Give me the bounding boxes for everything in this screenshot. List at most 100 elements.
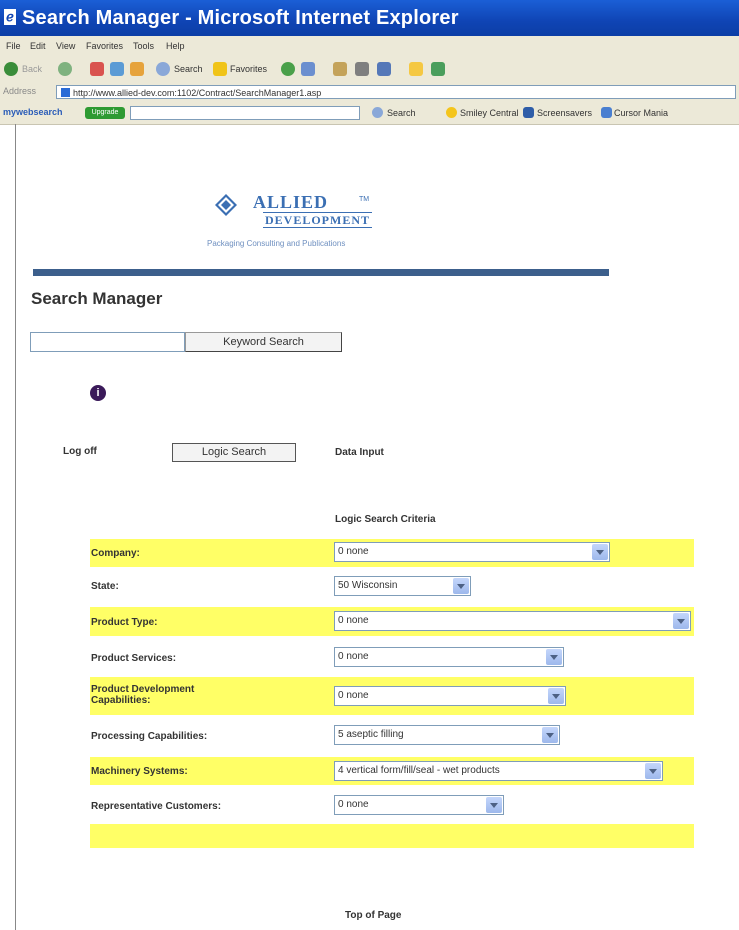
smiley-central-link[interactable]: Smiley Central [460,108,519,118]
criteria-row-machinery: Machinery Systems: 4 vertical form/fill/… [90,757,694,785]
menu-tools[interactable]: Tools [133,41,154,51]
chevron-down-icon[interactable] [645,763,661,779]
search-button[interactable]: Search [174,64,203,74]
screensavers-link[interactable]: Screensavers [537,108,592,118]
back-icon[interactable] [4,62,18,76]
menu-file[interactable]: File [6,41,21,51]
address-label: Address [3,86,37,96]
cursor-mania-link[interactable]: Cursor Mania [614,108,668,118]
menu-favorites[interactable]: Favorites [86,41,123,51]
title-bar: ℯ Search Manager - Microsoft Internet Ex… [0,0,739,36]
criteria-row-customers: Representative Customers: 0 none [90,791,694,821]
state-select[interactable]: 50 Wisconsin [334,576,471,596]
toolbar: Back Search Favorites [0,56,739,83]
data-input-link[interactable]: Data Input [335,447,384,459]
top-of-page-link[interactable]: Top of Page [345,910,401,922]
websearch-brand[interactable]: mywebsearch [3,107,63,117]
page-title: Search Manager [31,289,163,308]
product-type-label: Product Type: [91,617,158,628]
print-icon[interactable] [355,62,369,76]
criteria-row-state: State: 50 Wisconsin [90,572,694,600]
chevron-down-icon[interactable] [673,613,689,629]
customers-value: 0 none [338,799,369,810]
processing-value: 5 aseptic filling [338,729,404,740]
criteria-title: Logic Search Criteria [335,514,436,525]
company-label: Company: [91,548,140,559]
criteria-row-product-development: Product Development Capabilities: 0 none [90,677,694,715]
criteria-row-product-services: Product Services: 0 none [90,643,694,673]
product-type-value: 0 none [338,615,369,626]
product-development-select[interactable]: 0 none [334,686,566,706]
forward-icon[interactable] [58,62,72,76]
window-title: Search Manager - Microsoft Internet Expl… [22,7,459,29]
chevron-down-icon[interactable] [592,544,608,560]
favorites-button[interactable]: Favorites [230,64,267,74]
customers-label: Representative Customers: [91,801,222,812]
criteria-row-processing: Processing Capabilities: 5 aseptic filli… [90,721,694,751]
refresh-icon[interactable] [110,62,124,76]
messenger-icon[interactable] [431,62,445,76]
folder-icon[interactable] [409,62,423,76]
media-icon[interactable] [281,62,295,76]
page-left-border [15,124,16,930]
log-off-link[interactable]: Log off [63,446,97,458]
stop-icon[interactable] [90,62,104,76]
company-value: 0 none [338,546,369,557]
screensavers-icon [523,107,534,118]
menu-bar: File Edit View Favorites Tools Help [0,36,739,57]
websearch-input[interactable] [130,106,360,120]
chevron-down-icon[interactable] [548,688,564,704]
favorites-icon[interactable] [213,62,227,76]
chevron-down-icon[interactable] [453,578,469,594]
websearch-search-button[interactable]: Search [387,108,416,118]
customers-select[interactable]: 0 none [334,795,504,815]
edit-icon[interactable] [377,62,391,76]
product-services-value: 0 none [338,651,369,662]
criteria-footer-band [90,824,694,848]
info-icon[interactable]: i [90,385,106,401]
header-divider [33,269,609,276]
upgrade-button[interactable]: Upgrade [85,107,125,119]
menu-view[interactable]: View [56,41,75,51]
search-icon[interactable] [156,62,170,76]
ie-icon: ℯ [4,9,16,25]
product-services-select[interactable]: 0 none [334,647,564,667]
chevron-down-icon[interactable] [542,727,558,743]
machinery-value: 4 vertical form/fill/seal - wet products [338,765,500,776]
criteria-row-company: Company: 0 none [90,539,694,567]
logo-tm: TM [359,196,370,203]
logo-name-bottom: DEVELOPMENT [263,212,373,228]
menu-help[interactable]: Help [166,41,185,51]
websearch-bar: mywebsearch Upgrade Search Smiley Centra… [0,102,739,125]
state-value: 50 Wisconsin [338,580,398,591]
product-development-label: Product Development Capabilities: [91,684,195,706]
state-label: State: [91,581,119,592]
address-bar: Address http://www.allied-dev.com:1102/C… [0,82,739,103]
chevron-down-icon[interactable] [486,797,502,813]
mail-icon[interactable] [333,62,347,76]
magnifier-icon [372,107,383,118]
processing-select[interactable]: 5 aseptic filling [334,725,560,745]
back-button[interactable]: Back [22,64,42,74]
machinery-label: Machinery Systems: [91,766,188,777]
menu-edit[interactable]: Edit [30,41,46,51]
chevron-down-icon[interactable] [546,649,562,665]
keyword-input[interactable] [30,332,185,352]
history-icon[interactable] [301,62,315,76]
home-icon[interactable] [130,62,144,76]
company-select[interactable]: 0 none [334,542,610,562]
logic-search-button[interactable]: Logic Search [172,443,296,462]
product-development-value: 0 none [338,690,369,701]
product-type-select[interactable]: 0 none [334,611,691,631]
logo-tagline: Packaging Consulting and Publications [207,239,346,248]
address-input[interactable]: http://www.allied-dev.com:1102/Contract/… [56,85,736,99]
address-url: http://www.allied-dev.com:1102/Contract/… [73,88,322,98]
diamond-icon [215,194,237,216]
smiley-icon [446,107,457,118]
cursor-icon [601,107,612,118]
keyword-search-button[interactable]: Keyword Search [185,332,342,352]
criteria-row-product-type: Product Type: 0 none [90,607,694,636]
processing-label: Processing Capabilities: [91,731,208,742]
machinery-select[interactable]: 4 vertical form/fill/seal - wet products [334,761,663,781]
page-icon [61,88,70,97]
